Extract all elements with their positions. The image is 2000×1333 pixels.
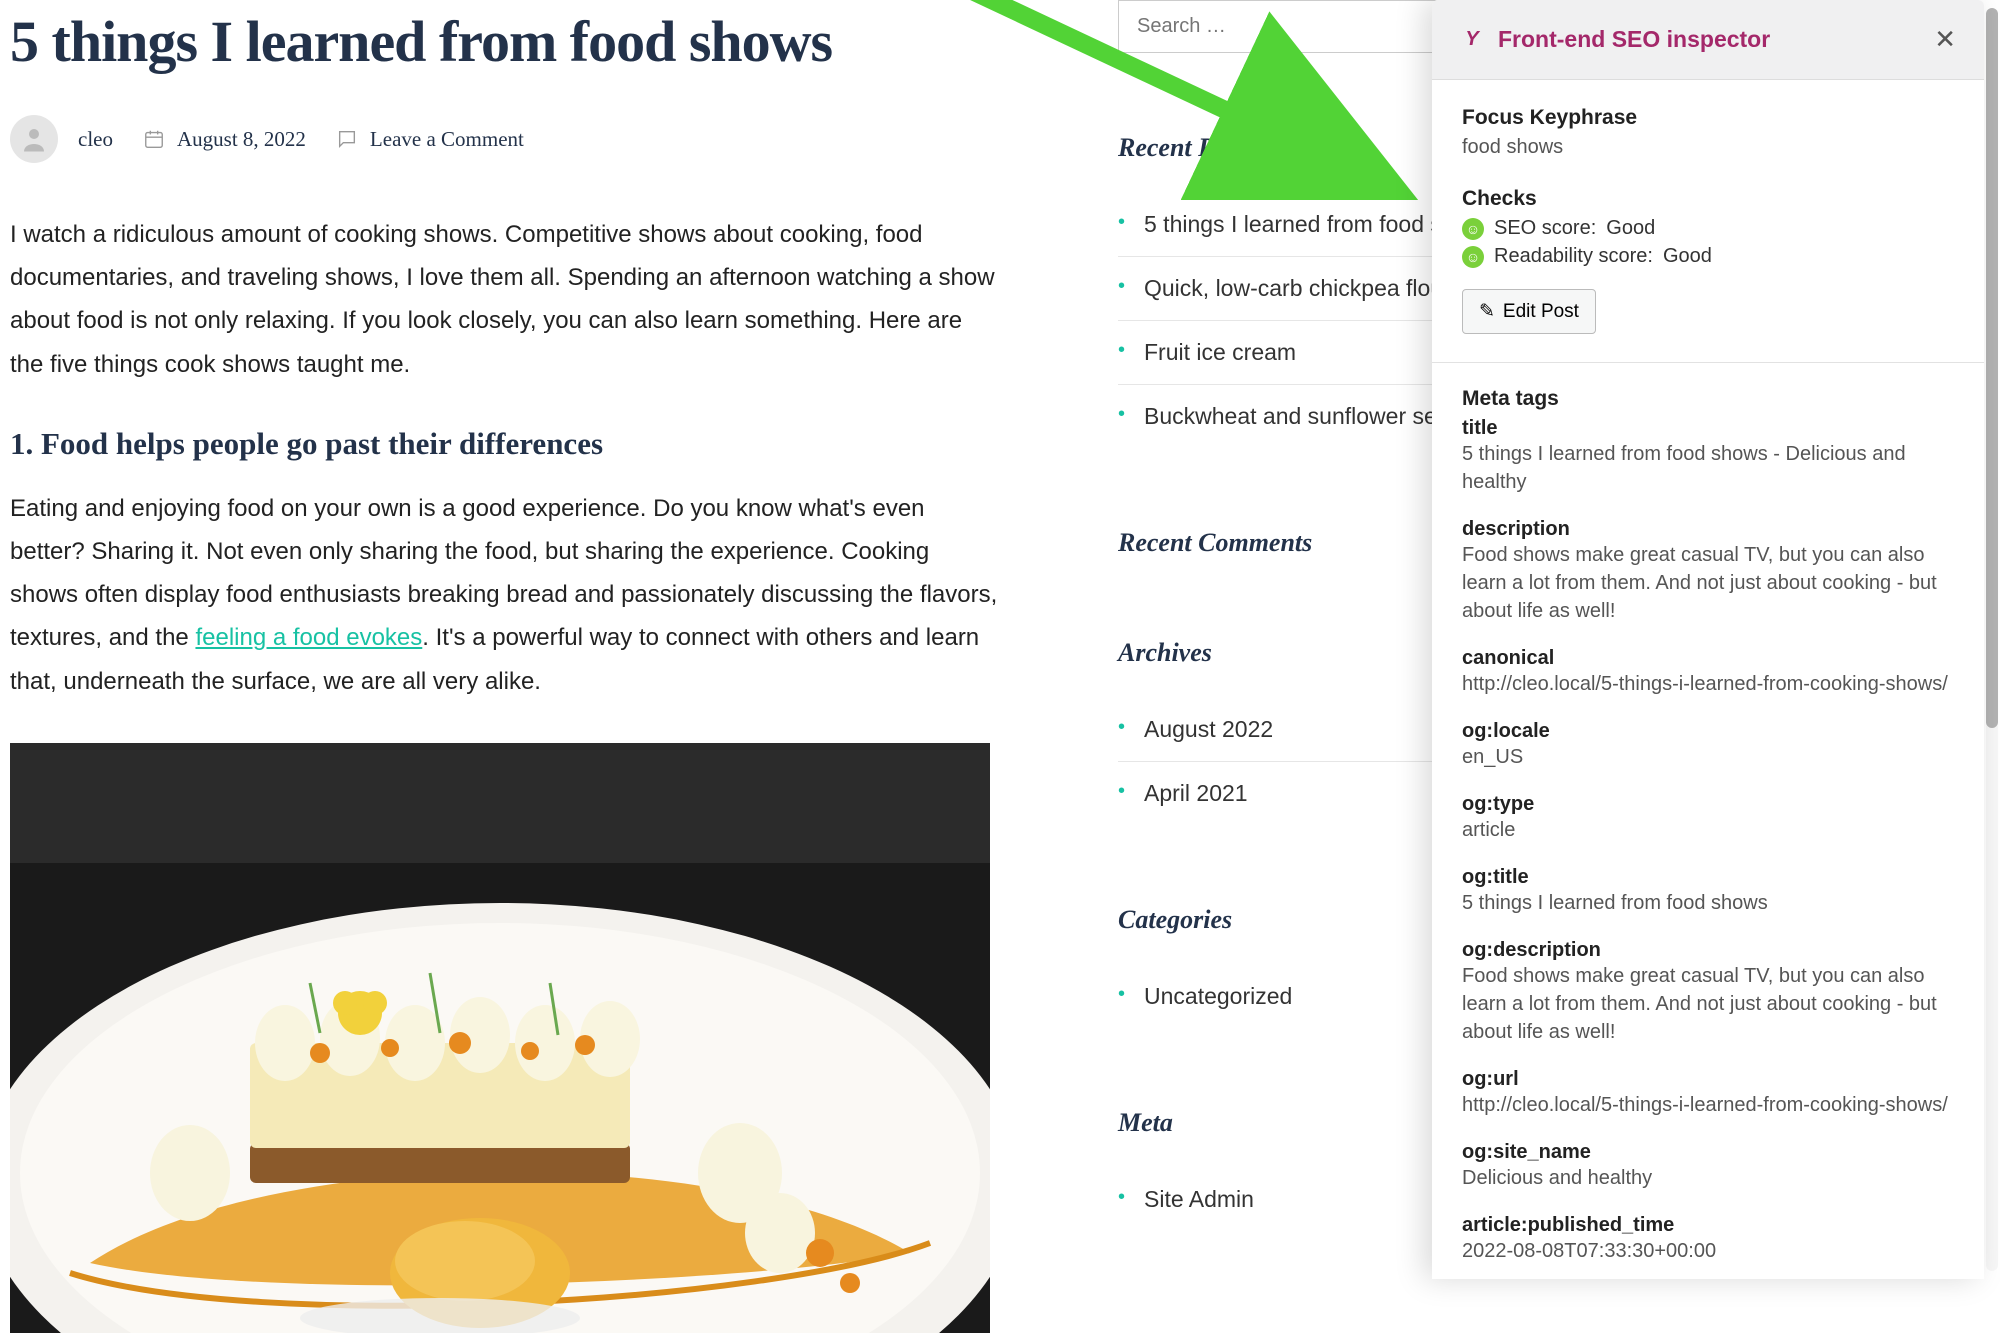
meta-value: Food shows make great casual TV, but you… xyxy=(1462,541,1954,625)
meta-value: 5 things I learned from food shows - Del… xyxy=(1462,440,1954,496)
meta-key: og:type xyxy=(1462,793,1954,816)
divider xyxy=(1432,362,1984,363)
meta-key: description xyxy=(1462,518,1954,541)
post-meta: cleo August 8, 2022 Leave a Comment xyxy=(10,115,1000,163)
seo-score-label: SEO score: xyxy=(1494,217,1596,240)
meta-value: article xyxy=(1462,816,1954,844)
seo-inspector-panel: Y Front-end SEO inspector ✕ Focus Keyphr… xyxy=(1432,0,1984,1279)
seo-score-row: ☺ SEO score: Good xyxy=(1462,217,1954,240)
meta-tag-row: og:title5 things I learned from food sho… xyxy=(1462,866,1954,917)
checks-label: Checks xyxy=(1462,187,1954,211)
meta-key: article:published_time xyxy=(1462,1214,1954,1237)
section-heading-1: 1. Food helps people go past their diffe… xyxy=(10,426,1000,462)
meta-key: title xyxy=(1462,417,1954,440)
meta-key: og:title xyxy=(1462,866,1954,889)
meta-tag-row: title5 things I learned from food shows … xyxy=(1462,417,1954,496)
seo-panel-title: Front-end SEO inspector xyxy=(1498,26,1920,53)
comment-icon xyxy=(334,126,360,152)
smiley-icon: ☺ xyxy=(1462,246,1484,268)
article-main: 5 things I learned from food shows cleo … xyxy=(10,0,1000,1333)
meta-key: canonical xyxy=(1462,647,1954,670)
checks-section: Checks ☺ SEO score: Good ☺ Readability s… xyxy=(1462,187,1954,334)
meta-key: og:url xyxy=(1462,1068,1954,1091)
avatar-icon xyxy=(10,115,58,163)
meta-tags-label: Meta tags xyxy=(1462,387,1954,411)
meta-tags-section: Meta tags title5 things I learned from f… xyxy=(1462,387,1954,1265)
readability-label: Readability score: xyxy=(1494,245,1653,268)
meta-tag-row: article:published_time2022-08-08T07:33:3… xyxy=(1462,1214,1954,1265)
paragraph-2: Eating and enjoying food on your own is … xyxy=(10,487,1000,703)
readability-row: ☺ Readability score: Good xyxy=(1462,245,1954,268)
meta-value: Food shows make great casual TV, but you… xyxy=(1462,962,1954,1046)
meta-key: og:site_name xyxy=(1462,1141,1954,1164)
edit-post-button[interactable]: ✎ Edit Post xyxy=(1462,289,1596,334)
meta-key: og:locale xyxy=(1462,720,1954,743)
author-link[interactable]: cleo xyxy=(78,127,113,152)
intro-paragraph: I watch a ridiculous amount of cooking s… xyxy=(10,213,1000,386)
seo-panel-header: Y Front-end SEO inspector ✕ xyxy=(1432,0,1984,80)
seo-panel-body: Focus Keyphrase food shows Checks ☺ SEO … xyxy=(1432,80,1984,1279)
comment-link-wrap: Leave a Comment xyxy=(334,126,524,152)
post-date: August 8, 2022 xyxy=(141,126,306,152)
meta-tag-row: canonicalhttp://cleo.local/5-things-i-le… xyxy=(1462,647,1954,698)
yoast-icon: Y xyxy=(1460,28,1484,52)
meta-value: 2022-08-08T07:33:30+00:00 xyxy=(1462,1237,1954,1265)
edit-post-label: Edit Post xyxy=(1503,301,1579,323)
meta-value: http://cleo.local/5-things-i-learned-fro… xyxy=(1462,1091,1954,1119)
focus-keyphrase-value: food shows xyxy=(1462,136,1954,159)
readability-value: Good xyxy=(1663,245,1712,268)
meta-tag-row: og:descriptionFood shows make great casu… xyxy=(1462,939,1954,1046)
focus-keyphrase-label: Focus Keyphrase xyxy=(1462,106,1954,130)
meta-value: 5 things I learned from food shows xyxy=(1462,889,1954,917)
featured-image xyxy=(10,743,990,1333)
close-button[interactable]: ✕ xyxy=(1934,24,1956,55)
smiley-icon: ☺ xyxy=(1462,218,1484,240)
meta-tag-row: og:localeen_US xyxy=(1462,720,1954,771)
seo-score-value: Good xyxy=(1606,217,1655,240)
post-date-text: August 8, 2022 xyxy=(177,127,306,152)
scrollbar-thumb[interactable] xyxy=(1986,8,1998,728)
leave-comment-link[interactable]: Leave a Comment xyxy=(370,127,524,152)
meta-key: og:description xyxy=(1462,939,1954,962)
meta-tag-row: og:site_nameDelicious and healthy xyxy=(1462,1141,1954,1192)
calendar-icon xyxy=(141,126,167,152)
meta-value: Delicious and healthy xyxy=(1462,1164,1954,1192)
meta-tag-row: descriptionFood shows make great casual … xyxy=(1462,518,1954,625)
meta-tag-row: og:urlhttp://cleo.local/5-things-i-learn… xyxy=(1462,1068,1954,1119)
feeling-link[interactable]: feeling a food evokes xyxy=(195,624,422,651)
meta-tag-row: og:typearticle xyxy=(1462,793,1954,844)
author: cleo xyxy=(10,115,113,163)
meta-value: en_US xyxy=(1462,743,1954,771)
page-title: 5 things I learned from food shows xyxy=(10,8,1000,75)
meta-value: http://cleo.local/5-things-i-learned-fro… xyxy=(1462,670,1954,698)
focus-keyphrase-section: Focus Keyphrase food shows xyxy=(1462,106,1954,159)
pencil-icon: ✎ xyxy=(1479,300,1495,323)
